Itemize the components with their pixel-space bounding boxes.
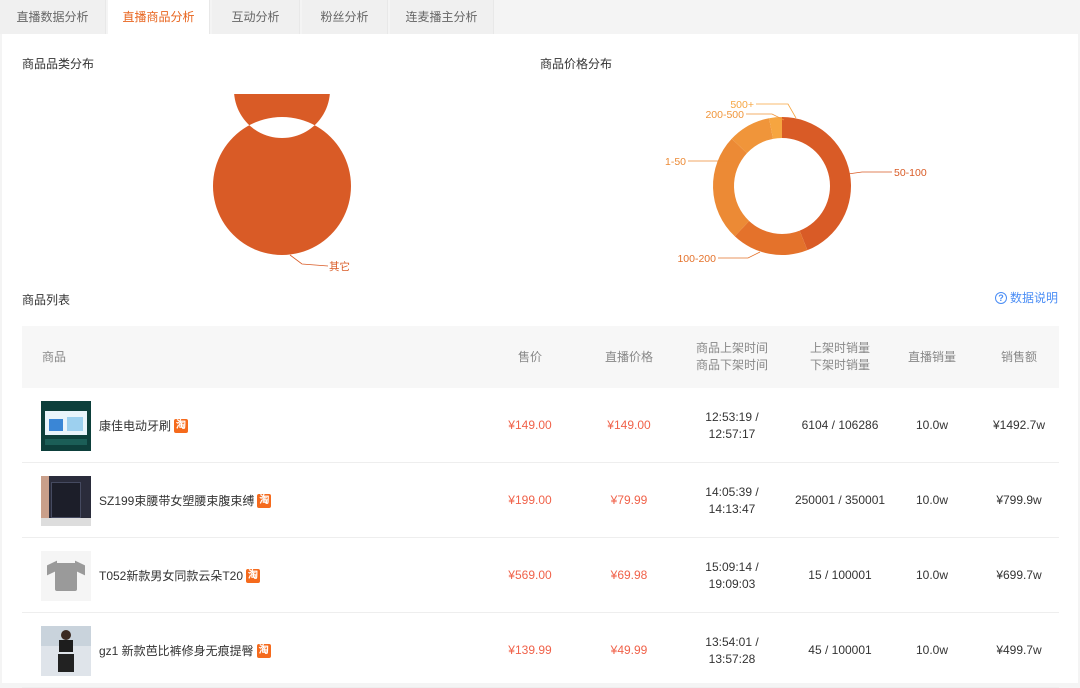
product-thumbnail[interactable]	[41, 475, 91, 526]
product-cell[interactable]: SZ199束腰带女塑腰束腹束缚 淘	[41, 463, 272, 538]
live-sales-cell: 10.0w	[915, 568, 949, 582]
question-icon: ?	[994, 291, 1007, 304]
donut-label-0: 其它	[329, 260, 350, 273]
donut-label-line-0	[289, 254, 329, 267]
live-price-cell: ¥149.00	[607, 418, 651, 432]
table-row[interactable]: 康佳电动牙刷 淘 ¥149.00 ¥149.00 12:53:19 /12:57…	[22, 388, 1059, 463]
table-row[interactable]: T052新款男女同款云朵T20 淘 ¥569.00 ¥69.98 15:09:1…	[22, 538, 1059, 613]
donut-label-line-1	[718, 251, 761, 259]
product-name: SZ199束腰带女塑腰束腹束缚	[99, 494, 255, 508]
live-sales-cell: 10.0w	[915, 493, 949, 507]
product-name: 康佳电动牙刷	[99, 419, 172, 433]
donut-label-1: 100-200	[677, 253, 716, 265]
revenue-cell: ¥799.9w	[996, 493, 1042, 507]
price-cell: ¥569.00	[508, 568, 552, 582]
donut-slice-2[interactable]	[713, 138, 750, 237]
taobao-icon: 淘	[246, 568, 261, 583]
product-name: T052新款男女同款云朵T20	[99, 569, 244, 583]
product-name: gz1 新款芭比裤修身无痕提臀	[99, 644, 254, 658]
sales-cell: 6104 / 106286	[801, 418, 879, 432]
product-thumbnail[interactable]	[41, 550, 91, 601]
tab-bar: 直播数据分析 直播商品分析 互动分析 粉丝分析 连麦播主分析	[0, 0, 1080, 34]
donut-label-4: 500+	[730, 99, 754, 111]
live-sales-cell: 10.0w	[915, 418, 949, 432]
table-row[interactable]: gz1 新款芭比裤修身无痕提臀 淘 ¥139.99 ¥49.99 13:54:0…	[22, 613, 1059, 688]
product-cell[interactable]: 康佳电动牙刷 淘	[41, 388, 189, 463]
price-cell: ¥199.00	[508, 493, 552, 507]
taobao-icon: 淘	[257, 493, 272, 508]
price-donut-chart: 50-100100-2001-50200-500500+	[665, 99, 927, 265]
tab-interaction-analysis[interactable]: 互动分析	[212, 0, 300, 34]
revenue-cell: ¥499.7w	[996, 643, 1042, 657]
header-price: 售价	[517, 349, 542, 364]
taobao-icon: 淘	[256, 643, 271, 658]
content-panel: 商品品类分布 商品价格分布 其它 50-100 100-200 1-50 200-50…	[2, 34, 1078, 688]
donut-label-0: 50-100	[894, 167, 927, 179]
product-thumbnail[interactable]	[41, 625, 91, 676]
table-row[interactable]: SZ199束腰带女塑腰束腹束缚 淘 ¥199.00 ¥79.99 14:05:3…	[22, 463, 1059, 538]
header-time: 商品上架时间 商品下架时间	[695, 341, 768, 372]
category-donut-chart: 其它	[213, 94, 351, 273]
donut-slice-0[interactable]	[213, 94, 351, 255]
table-header: 商品 售价 直播价格 商品上架时间 商品下架时间 上架时销量 下架时销量 直播销…	[22, 326, 1059, 388]
sales-cell: 45 / 100001	[808, 643, 872, 657]
product-thumbnail[interactable]	[41, 400, 91, 451]
tab-live-data-analysis[interactable]: 直播数据分析	[0, 0, 106, 34]
data-explanation-label: 数据说明	[1009, 291, 1058, 305]
tab-co-streamer-analysis[interactable]: 连麦播主分析	[390, 0, 494, 34]
data-explanation-link[interactable]: ? 数据说明	[994, 289, 1058, 306]
donut-label-2: 1-50	[665, 156, 686, 168]
live-price-cell: ¥49.99	[610, 643, 648, 657]
donut-label-line-0	[847, 171, 892, 175]
live-price-cell: ¥69.98	[610, 568, 648, 582]
product-cell[interactable]: T052新款男女同款云朵T20 淘	[41, 538, 261, 613]
revenue-cell: ¥699.7w	[996, 568, 1042, 582]
header-live-price: 直播价格	[604, 349, 653, 364]
header-product: 商品	[42, 349, 67, 364]
product-table: 商品 售价 直播价格 商品上架时间 商品下架时间 上架时销量 下架时销量 直播销…	[22, 326, 1059, 688]
price-cell: ¥139.99	[508, 643, 552, 657]
taobao-icon: 淘	[174, 418, 189, 433]
revenue-cell: ¥1492.7w	[992, 418, 1046, 432]
sales-cell: 15 / 100001	[808, 568, 872, 582]
product-cell[interactable]: gz1 新款芭比裤修身无痕提臀 淘	[41, 613, 271, 688]
tab-live-product-analysis[interactable]: 直播商品分析	[108, 0, 210, 34]
header-revenue: 销售额	[1000, 349, 1037, 364]
live-sales-cell: 10.0w	[915, 643, 949, 657]
sales-cell: 250001 / 350001	[794, 493, 886, 507]
time-cell: 12:53:19 /12:57:17	[705, 409, 759, 441]
price-chart-title: 商品价格分布	[540, 57, 613, 71]
live-price-cell: ¥79.99	[610, 493, 648, 507]
tab-fans-analysis[interactable]: 粉丝分析	[302, 0, 388, 34]
time-cell: 13:54:01 /13:57:28	[705, 634, 759, 666]
category-chart-title: 商品品类分布	[22, 57, 95, 71]
time-cell: 14:05:39 /14:13:47	[705, 484, 759, 516]
time-cell: 15:09:14 /19:09:03	[705, 559, 759, 591]
product-list-title: 商品列表	[22, 293, 71, 307]
header-sales: 上架时销量 下架时销量	[809, 341, 870, 372]
header-live-sales: 直播销量	[907, 349, 956, 364]
price-cell: ¥149.00	[508, 418, 552, 432]
donut-slice-1[interactable]	[734, 220, 808, 255]
donut-slice-0[interactable]	[782, 117, 851, 251]
